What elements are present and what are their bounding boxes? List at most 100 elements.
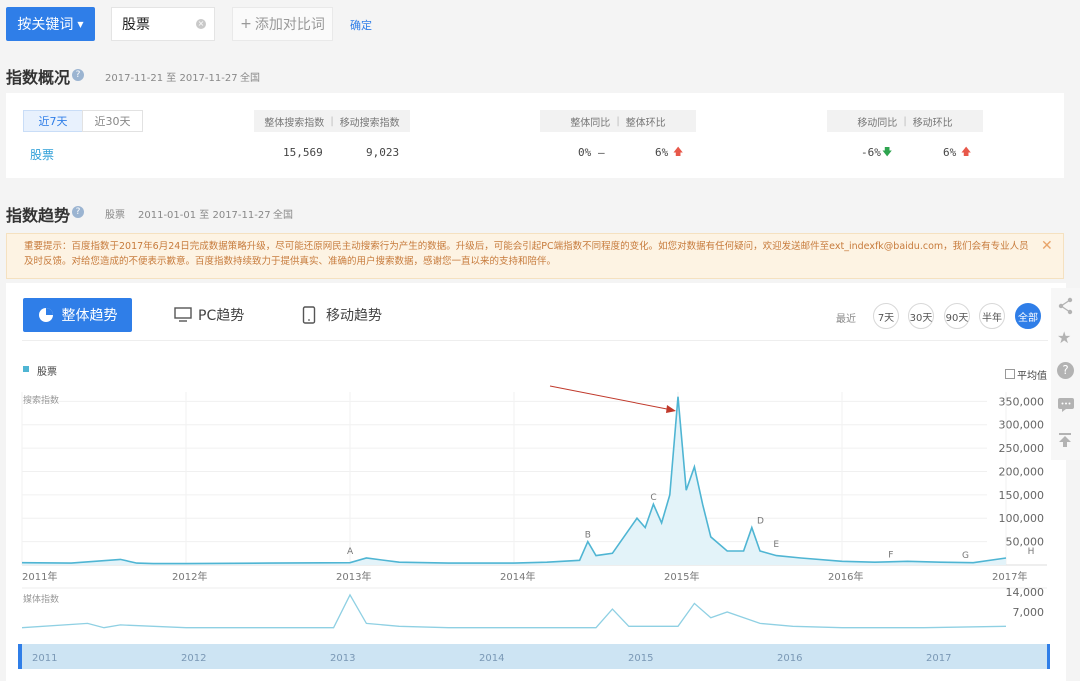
navigator-year-label: 2012 (181, 653, 206, 664)
close-icon[interactable]: ✕ (1041, 238, 1071, 254)
overall-yoy-header: 整体同比 (570, 117, 611, 129)
range-7-days[interactable]: 7天 (873, 303, 899, 329)
tab-mobile-trend-label: 移动趋势 (326, 308, 382, 324)
overview-card (6, 93, 1064, 178)
tab-pc-trend[interactable]: PC趋势 (174, 305, 244, 325)
y-tick-label: 50,000 (1006, 536, 1045, 549)
monitor-icon (174, 307, 192, 322)
annotation-label: C (650, 493, 656, 503)
tab-overall-trend[interactable]: 整体趋势 (23, 298, 132, 332)
notice-text: 重要提示：百度指数于2017年6月24日完成数据策略升级，尽可能还原网民主动搜索… (24, 241, 1029, 267)
tab-30-days[interactable]: 近30天 (82, 110, 143, 132)
divider (22, 340, 1048, 341)
trend-keyword: 股票 (105, 210, 125, 221)
overall-yoy-trend: – (598, 146, 605, 159)
x-tick-label: 2011年 (22, 570, 57, 583)
trend-date-range: 2011-01-01 至 2017-11-27 (138, 210, 271, 221)
annotation-arrow (549, 385, 673, 411)
overview-keyword-link[interactable]: 股票 (30, 146, 54, 163)
confirm-link[interactable]: 确定 (350, 17, 372, 33)
navigator-handle-left (18, 644, 22, 669)
mobile-search-header: 移动搜索指数 (339, 117, 400, 129)
plus-icon: + (240, 16, 252, 32)
legend-label[interactable]: 股票 (37, 363, 57, 378)
range-90-days[interactable]: 90天 (944, 303, 970, 329)
overall-search-value: 15,569 (283, 146, 323, 159)
annotation-label: G (962, 551, 969, 561)
tab-overall-trend-label: 整体趋势 (61, 308, 118, 324)
x-tick-label: 2012年 (172, 570, 207, 583)
header-divider: | (616, 115, 620, 127)
tab-7-days[interactable]: 近7天 (23, 110, 83, 132)
y-tick-label: 250,000 (999, 442, 1045, 455)
average-checkbox[interactable] (1005, 369, 1015, 379)
search-axis-label: 搜索指数 (23, 396, 60, 406)
navigator-year-label: 2017 (926, 653, 951, 664)
question-icon[interactable]: ? (1057, 362, 1074, 379)
range-half-year[interactable]: 半年 (979, 303, 1005, 329)
media-y-tick-label: 14,000 (1006, 586, 1045, 599)
navigator-year-label: 2011 (32, 653, 57, 664)
notice-banner: 重要提示：百度指数于2017年6月24日完成数据策略升级，尽可能还原网民主动搜索… (6, 233, 1064, 279)
y-tick-label: 100,000 (999, 512, 1045, 525)
overall-mom-value: 6% (655, 146, 669, 159)
help-icon[interactable]: ? (72, 69, 84, 81)
keyword-mode-button[interactable]: 按关键词 ▼ (6, 7, 95, 41)
tab-mobile-trend[interactable]: 移动趋势 (302, 305, 382, 325)
mobile-change-header: 移动同比 | 移动环比 (827, 110, 983, 132)
annotation-label: E (773, 540, 779, 550)
pie-chart-icon (38, 308, 53, 322)
overall-mom-header: 整体环比 (625, 117, 666, 129)
back-to-top-icon[interactable] (1057, 432, 1073, 452)
arrow-up-icon: 🡅 (673, 147, 684, 158)
navigator-year-label: 2013 (330, 653, 355, 664)
annotation-label: H (1028, 547, 1035, 557)
keyword-mode-label: 按关键词 (17, 17, 74, 33)
navigator-track (20, 644, 1049, 669)
phone-icon (302, 306, 316, 324)
trend-chart: 50,000 100,000 150,000 200,000 250,000 300,00… (18, 385, 1050, 669)
annotation-label: F (888, 550, 893, 560)
range-all[interactable]: 全部 (1015, 303, 1041, 329)
navigator-year-label: 2015 (628, 653, 653, 664)
mobile-search-value: 9,023 (366, 146, 400, 159)
share-icon[interactable] (1057, 297, 1075, 319)
annotation-label: B (585, 531, 591, 541)
trend-region: 全国 (273, 210, 293, 221)
star-icon[interactable]: ★ (1057, 328, 1071, 347)
mobile-mom-header: 移动环比 (912, 117, 953, 129)
add-compare-label: 添加对比词 (254, 17, 325, 33)
mobile-mom-value: 6% (943, 146, 957, 159)
arrow-down-icon: 🡇 (882, 147, 893, 158)
caret-down-icon: ▼ (77, 19, 84, 29)
range-30-days[interactable]: 30天 (908, 303, 934, 329)
overview-region: 全国 (240, 73, 260, 84)
navigator-year-label: 2016 (777, 653, 802, 664)
header-divider: | (903, 115, 907, 127)
overall-change-header: 整体同比 | 整体环比 (540, 110, 696, 132)
comment-icon[interactable] (1057, 397, 1075, 417)
navigator-handle-right (1047, 644, 1050, 669)
x-tick-label: 2017年 (992, 570, 1027, 583)
overall-yoy-value: 0% (578, 146, 592, 159)
navigator-year-label: 2014 (479, 653, 504, 664)
search-index-header: 整体搜索指数 | 移动搜索指数 (254, 110, 410, 132)
clear-icon[interactable]: × (196, 19, 206, 29)
add-compare-button[interactable]: + 添加对比词 (232, 7, 333, 41)
x-tick-label: 2015年 (664, 570, 699, 583)
tab-pc-trend-label: PC趋势 (198, 308, 245, 324)
range-label: 最近 (836, 314, 856, 325)
overview-title: 指数概况 (6, 68, 71, 87)
keyword-input[interactable]: 股票 × (111, 7, 215, 41)
media-series-line (21, 593, 1007, 629)
media-axis-label: 媒体指数 (23, 595, 60, 605)
y-tick-label: 200,000 (999, 465, 1045, 478)
header-divider: | (330, 115, 334, 127)
annotation-label: A (347, 547, 354, 557)
x-tick-label: 2016年 (828, 570, 863, 583)
x-tick-label: 2013年 (336, 570, 371, 583)
help-icon[interactable]: ? (72, 206, 84, 218)
annotation-label: D (757, 517, 764, 527)
legend-swatch (23, 366, 29, 372)
mobile-yoy-value: -6% (861, 146, 881, 159)
